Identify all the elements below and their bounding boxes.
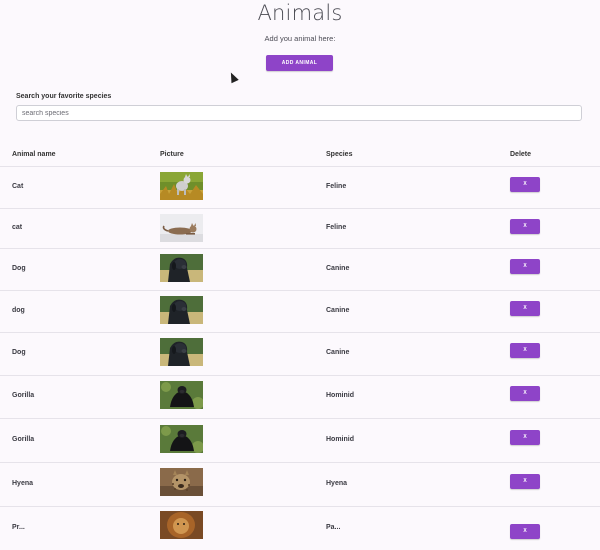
table-row: Cat Feline X xyxy=(0,167,600,209)
delete-button[interactable]: X xyxy=(510,386,540,401)
dog-photo xyxy=(160,254,203,282)
delete-button[interactable]: X xyxy=(510,259,540,274)
gorilla-photo xyxy=(160,425,203,453)
column-header-animal-name: Animal name xyxy=(12,151,56,158)
table-row: Dog Canine X xyxy=(0,333,600,376)
species-cell: Feline xyxy=(326,224,347,231)
column-header-delete: Delete xyxy=(510,151,532,158)
table-row: Gorilla Hominid X xyxy=(0,419,600,463)
cat-photo xyxy=(160,172,203,200)
species-cell: Feline xyxy=(326,183,347,190)
animal-name-cell: Dog xyxy=(12,349,26,356)
search-input[interactable] xyxy=(16,105,582,121)
delete-button[interactable]: X xyxy=(510,430,540,445)
animal-name-cell: Gorilla xyxy=(12,392,35,399)
table-row: Gorilla Hominid X xyxy=(0,376,600,419)
species-cell: Hominid xyxy=(326,392,354,399)
dog-photo xyxy=(160,296,203,324)
species-cell: Canine xyxy=(326,265,350,272)
animal-name-cell: Gorilla xyxy=(12,436,35,443)
mouse-cursor-icon xyxy=(227,70,239,84)
animal-name-cell: Hyena xyxy=(12,480,34,487)
add-animal-prompt: Add you animal here: xyxy=(264,34,336,43)
animal-name-cell: dog xyxy=(12,307,25,314)
delete-button[interactable]: X xyxy=(510,219,540,234)
species-cell: Pa... xyxy=(326,524,341,531)
gorilla-photo xyxy=(160,381,203,409)
table-row: Hyena Hyena X xyxy=(0,463,600,507)
lion-photo xyxy=(160,511,203,539)
column-header-picture: Picture xyxy=(160,151,184,158)
animal-name-cell: cat xyxy=(12,224,23,231)
species-cell: Canine xyxy=(326,307,350,314)
add-animal-button[interactable]: ADD ANIMAL xyxy=(266,55,333,71)
table-row: Pr... Pa... X xyxy=(0,507,600,550)
table-row: dog Canine X xyxy=(0,291,600,333)
search-label: Search your favorite species xyxy=(16,93,112,100)
hyena-photo xyxy=(160,468,203,496)
delete-button[interactable]: X xyxy=(510,301,540,316)
cat-lying-photo xyxy=(160,214,203,242)
animal-name-cell: Cat xyxy=(12,183,24,190)
animal-name-cell: Dog xyxy=(12,265,26,272)
delete-button[interactable]: X xyxy=(510,177,540,192)
delete-button[interactable]: X xyxy=(510,343,540,358)
dog-photo xyxy=(160,338,203,366)
species-cell: Canine xyxy=(326,349,350,356)
delete-button[interactable]: X xyxy=(510,474,540,489)
species-cell: Hominid xyxy=(326,436,354,443)
column-header-species: Species xyxy=(326,151,353,158)
animal-name-cell: Pr... xyxy=(12,524,25,531)
table-row: cat Feline X xyxy=(0,209,600,249)
species-cell: Hyena xyxy=(326,480,348,487)
table-row: Dog Canine X xyxy=(0,249,600,291)
page-title: Animals xyxy=(257,1,343,25)
